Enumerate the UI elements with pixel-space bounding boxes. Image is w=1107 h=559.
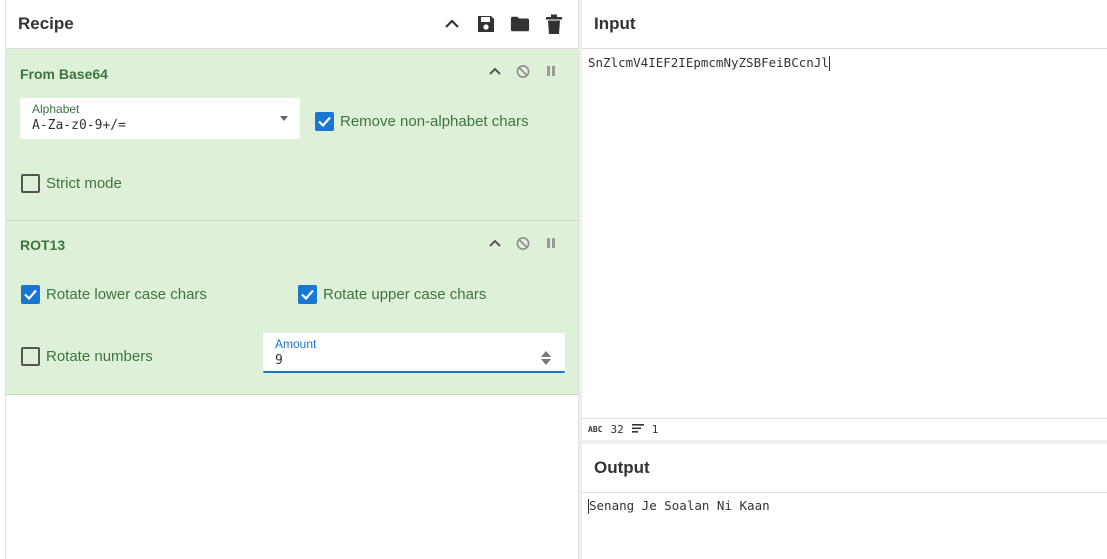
checkbox-label: Rotate numbers [46,348,153,365]
output-header: Output [582,444,1107,493]
strict-mode-checkbox[interactable]: Strict mode [21,174,122,193]
input-pane: Input SnZlcmV4IEF2IEpmcmNyZSBFeiBCcnJl A… [582,0,1107,440]
rotate-numbers-checkbox[interactable]: Rotate numbers [21,347,153,366]
amount-label: Amount [275,337,317,351]
input-text: SnZlcmV4IEF2IEpmcmNyZSBFeiBCcnJl [588,55,829,70]
input-title: Input [594,14,636,33]
alphabet-select[interactable]: Alphabet A-Za-z0-9+/= [20,98,300,139]
recipe-header: Recipe [6,0,578,49]
checkbox-checked-icon[interactable] [298,285,317,304]
operation-title: From Base64 [20,66,108,82]
recipe-pane: Recipe From Base64 Alphabet A-Za-z0-9+/=… [5,0,578,559]
remove-non-alphabet-checkbox[interactable]: Remove non-alphabet chars [315,112,528,131]
operation-from-base64: From Base64 Alphabet A-Za-z0-9+/= Remove… [6,49,578,221]
checkbox-label: Remove non-alphabet chars [340,113,529,130]
recipe-toolbar [442,13,564,35]
output-title: Output [594,458,650,477]
checkbox-checked-icon[interactable] [21,285,40,304]
output-textarea[interactable]: Senang Je Soalan Ni Kaan [588,498,770,514]
number-stepper[interactable] [541,351,551,365]
operation-controls [488,236,558,250]
amount-value: 9 [275,353,283,368]
checkbox-label: Rotate upper case chars [323,286,487,303]
output-pane: Output Senang Je Soalan Ni Kaan [582,444,1107,559]
operation-title: ROT13 [20,237,66,253]
amount-input[interactable]: Amount 9 [263,333,565,373]
alphabet-label: Alphabet [32,102,80,116]
output-text: Senang Je Soalan Ni Kaan [589,498,770,513]
trash-icon[interactable] [544,13,564,35]
checkbox-unchecked-icon[interactable] [21,174,40,193]
lines-icon [631,423,644,436]
checkbox-unchecked-icon[interactable] [21,347,40,366]
save-icon[interactable] [476,13,496,35]
operation-rot13: ROT13 Rotate lower case chars Rotate upp… [6,221,578,395]
disable-icon[interactable] [516,236,530,250]
chevron-up-icon[interactable] [488,236,502,250]
checkbox-checked-icon[interactable] [315,112,334,131]
pause-icon[interactable] [544,236,558,250]
cyberchef-app: Recipe From Base64 Alphabet A-Za-z0-9+/=… [0,0,1107,559]
checkbox-label: Strict mode [46,175,122,192]
operation-controls [488,64,558,78]
checkbox-label: Rotate lower case chars [46,286,207,303]
disable-icon[interactable] [516,64,530,78]
input-lines: 1 [651,423,659,436]
stepper-down-icon[interactable] [541,359,551,365]
chevron-up-icon[interactable] [442,13,462,35]
chevron-up-icon[interactable] [488,64,502,78]
input-header: Input [582,0,1107,49]
length-icon: ABC [588,425,603,434]
input-status-bar: ABC 32 1 [582,418,1107,440]
input-textarea[interactable]: SnZlcmV4IEF2IEpmcmNyZSBFeiBCcnJl [588,55,830,71]
rotate-upper-case-checkbox[interactable]: Rotate upper case chars [298,285,486,304]
alphabet-value: A-Za-z0-9+/= [32,118,126,133]
folder-icon[interactable] [510,13,530,35]
stepper-up-icon[interactable] [541,351,551,357]
input-length: 32 [610,423,624,436]
dropdown-caret-icon [280,116,288,121]
rotate-lower-case-checkbox[interactable]: Rotate lower case chars [21,285,207,304]
text-cursor [828,56,830,71]
recipe-title: Recipe [18,14,74,33]
pause-icon[interactable] [544,64,558,78]
